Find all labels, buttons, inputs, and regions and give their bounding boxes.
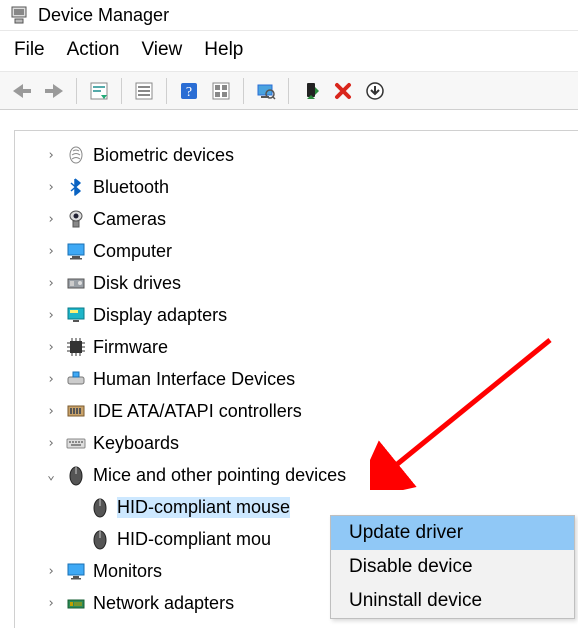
- chevron-right-icon[interactable]: ›: [43, 212, 59, 227]
- context-menu-item-update-driver[interactable]: Update driver: [331, 516, 574, 550]
- camera-icon: [65, 208, 87, 230]
- menu-bar: File Action View Help: [0, 31, 578, 72]
- chevron-right-icon[interactable]: ›: [43, 180, 59, 195]
- help-button[interactable]: ?: [173, 76, 205, 106]
- tree-category-label: Firmware: [93, 337, 168, 358]
- tree-category-label: Display adapters: [93, 305, 227, 326]
- tree-category[interactable]: › Cameras: [15, 203, 578, 235]
- nav-back-button[interactable]: [6, 76, 38, 106]
- tree-category-label: Network adapters: [93, 593, 234, 614]
- ide-icon: [65, 400, 87, 422]
- chevron-right-icon[interactable]: ›: [43, 404, 59, 419]
- context-menu: Update driver Disable device Uninstall d…: [330, 515, 575, 619]
- chevron-right-icon[interactable]: ›: [43, 372, 59, 387]
- chevron-right-icon[interactable]: ›: [43, 148, 59, 163]
- monitor-icon: [65, 560, 87, 582]
- menu-view[interactable]: View: [141, 39, 182, 61]
- keyboard-icon: [65, 432, 87, 454]
- toolbar-separator: [76, 78, 77, 104]
- tree-category-label: Biometric devices: [93, 145, 234, 166]
- chevron-right-icon[interactable]: ›: [43, 308, 59, 323]
- tree-category[interactable]: › Human Interface Devices: [15, 363, 578, 395]
- enable-device-button[interactable]: [295, 76, 327, 106]
- show-hidden-button[interactable]: [83, 76, 115, 106]
- diskdrive-icon: [65, 272, 87, 294]
- toolbar-separator: [121, 78, 122, 104]
- network-icon: [65, 592, 87, 614]
- window-title: Device Manager: [38, 5, 169, 26]
- tree-category-label: Disk drives: [93, 273, 181, 294]
- menu-help[interactable]: Help: [204, 39, 243, 61]
- mouse-icon: [65, 464, 87, 486]
- install-legacy-button[interactable]: [359, 76, 391, 106]
- computer-icon: [65, 240, 87, 262]
- chevron-right-icon[interactable]: ›: [43, 596, 59, 611]
- tree-category[interactable]: ⌄ Mice and other pointing devices: [15, 459, 578, 491]
- chevron-right-icon[interactable]: ›: [43, 340, 59, 355]
- nav-forward-button[interactable]: [38, 76, 70, 106]
- biometric-icon: [65, 144, 87, 166]
- menu-file[interactable]: File: [14, 39, 45, 61]
- tree-category-label: Bluetooth: [93, 177, 169, 198]
- tree-category[interactable]: › Firmware: [15, 331, 578, 363]
- context-menu-item-disable-device[interactable]: Disable device: [331, 550, 574, 584]
- device-manager-icon: [8, 4, 30, 26]
- tree-category[interactable]: › Computer: [15, 235, 578, 267]
- tree-category-label: Computer: [93, 241, 172, 262]
- firmware-icon: [65, 336, 87, 358]
- tree-category[interactable]: › Keyboards: [15, 427, 578, 459]
- tree-category[interactable]: › Bluetooth: [15, 171, 578, 203]
- display-icon: [65, 304, 87, 326]
- tree-device-label: HID-compliant mouse: [117, 497, 290, 518]
- hid-icon: [65, 368, 87, 390]
- title-bar: Device Manager: [0, 0, 578, 31]
- mouse-icon: [89, 496, 111, 518]
- toolbar-separator: [166, 78, 167, 104]
- toolbar-separator: [288, 78, 289, 104]
- svg-text:?: ?: [186, 85, 192, 100]
- remove-device-button[interactable]: [327, 76, 359, 106]
- chevron-right-icon[interactable]: ›: [43, 564, 59, 579]
- properties-button[interactable]: [128, 76, 160, 106]
- scan-hardware-button[interactable]: [250, 76, 282, 106]
- refresh-button[interactable]: [205, 76, 237, 106]
- chevron-right-icon[interactable]: ›: [43, 244, 59, 259]
- tree-category[interactable]: › Biometric devices: [15, 139, 578, 171]
- toolbar: ?: [0, 72, 578, 110]
- tree-category-label: Human Interface Devices: [93, 369, 295, 390]
- tree-category-label: IDE ATA/ATAPI controllers: [93, 401, 302, 422]
- context-menu-item-uninstall-device[interactable]: Uninstall device: [331, 584, 574, 618]
- menu-action[interactable]: Action: [67, 39, 120, 61]
- tree-category[interactable]: › Display adapters: [15, 299, 578, 331]
- tree-category-label: Monitors: [93, 561, 162, 582]
- tree-device-label: HID-compliant mou: [117, 529, 271, 550]
- tree-category-label: Keyboards: [93, 433, 179, 454]
- tree-category-label: Cameras: [93, 209, 166, 230]
- chevron-down-icon[interactable]: ⌄: [43, 468, 59, 483]
- tree-category[interactable]: › Disk drives: [15, 267, 578, 299]
- tree-category[interactable]: › IDE ATA/ATAPI controllers: [15, 395, 578, 427]
- toolbar-separator: [243, 78, 244, 104]
- bluetooth-icon: [65, 176, 87, 198]
- mouse-icon: [89, 528, 111, 550]
- chevron-right-icon[interactable]: ›: [43, 276, 59, 291]
- tree-category-label: Mice and other pointing devices: [93, 465, 346, 486]
- chevron-right-icon[interactable]: ›: [43, 436, 59, 451]
